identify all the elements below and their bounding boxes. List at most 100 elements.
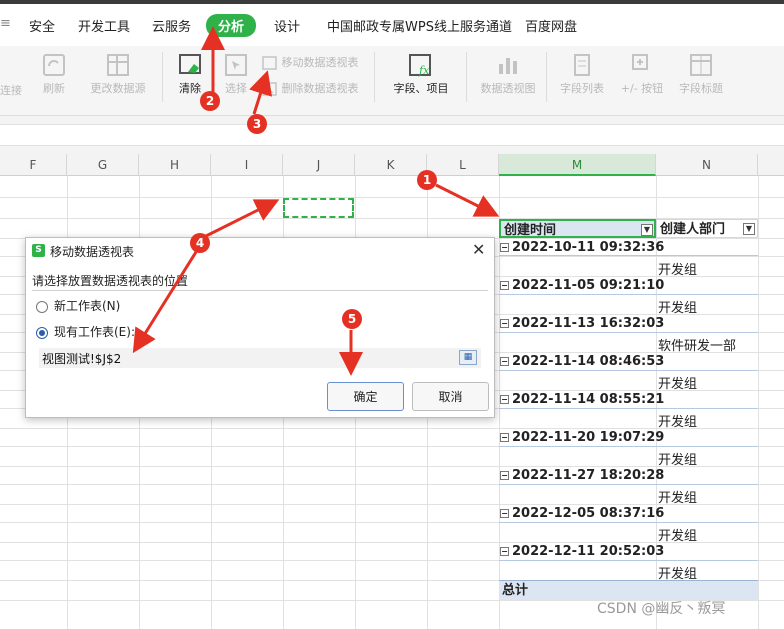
collapse-minus-icon[interactable]: − xyxy=(500,243,509,252)
pivot-row-time[interactable]: −2022-11-20 19:07:29 xyxy=(500,430,664,445)
menu-cloud-service[interactable]: 云服务 xyxy=(152,16,191,35)
move-pivot-button[interactable]: 移动数据透视表 xyxy=(262,54,359,70)
column-header-l[interactable]: L xyxy=(427,154,499,176)
menu-bar: ≡ 安全 开发工具 云服务 分析 设计 中国邮政专属WPS线上服务通道 百度网盘 xyxy=(0,0,784,46)
menu-security[interactable]: 安全 xyxy=(29,16,55,35)
close-icon[interactable]: ✕ xyxy=(472,240,485,259)
select-button[interactable]: 选择 xyxy=(216,52,256,96)
pivot-row-dept: 开发组 xyxy=(658,415,698,430)
plus-minus-button[interactable]: +/- 按钮 xyxy=(616,52,668,96)
annotation-badge-1: 1 xyxy=(417,170,437,190)
ribbon-toolbar: 连接 刷新 更改数据源 清除 选择 移动数据透视表 删除数据透视表 fx 字段、… xyxy=(0,46,784,116)
change-data-source-button[interactable]: 更改数据源 xyxy=(82,52,154,96)
select-label: 选择 xyxy=(225,82,247,95)
pivot-row-time[interactable]: −2022-11-14 08:46:53 xyxy=(500,354,664,369)
collapse-minus-icon[interactable]: − xyxy=(500,281,509,290)
annotation-badge-5: 5 xyxy=(342,309,362,329)
ok-button[interactable]: 确定 xyxy=(327,382,404,411)
annotation-badge-4: 4 xyxy=(190,233,210,253)
pivot-row-divider xyxy=(499,370,758,371)
column-header-m[interactable]: M xyxy=(499,154,656,176)
column-header-i[interactable]: I xyxy=(211,154,283,176)
menu-design[interactable]: 设计 xyxy=(274,16,300,35)
menu-postal-wps-channel[interactable]: 中国邮政专属WPS线上服务通道 xyxy=(327,16,512,35)
table-header-icon xyxy=(690,54,712,76)
refresh-icon xyxy=(43,54,65,76)
pivot-row-time[interactable]: −2022-11-27 18:20:28 xyxy=(500,468,664,483)
fields-items-label: 字段、项目 xyxy=(393,82,449,95)
pivot-header-dept-label: 创建人部门 xyxy=(660,222,726,237)
clear-button[interactable]: 清除 xyxy=(170,52,210,96)
pivot-row-dept: 软件研发一部 xyxy=(658,339,737,354)
radio-new-worksheet[interactable]: 新工作表(N) xyxy=(36,297,120,314)
collapse-minus-icon[interactable]: − xyxy=(500,395,509,404)
pivot-row-time[interactable]: −2022-10-11 09:32:36 xyxy=(500,240,664,255)
collapse-minus-icon[interactable]: − xyxy=(500,509,509,518)
delete-pivot-icon xyxy=(262,82,277,96)
menu-baidu-netdisk[interactable]: 百度网盘 xyxy=(525,16,577,35)
field-list-label: 字段列表 xyxy=(560,82,604,95)
cancel-button[interactable]: 取消 xyxy=(412,382,489,411)
field-headers-button[interactable]: 字段标题 xyxy=(674,52,728,96)
pivot-row-divider xyxy=(499,446,758,447)
grid-line xyxy=(758,176,759,629)
wps-sheet-logo-icon: S xyxy=(32,244,45,257)
refresh-button[interactable]: 刷新 xyxy=(36,52,72,96)
location-reference-input[interactable] xyxy=(39,348,481,368)
plus-minus-label: +/- 按钮 xyxy=(620,82,664,95)
dialog-titlebar[interactable]: S 移动数据透视表 ✕ xyxy=(26,238,494,264)
column-header-n[interactable]: N xyxy=(656,154,758,176)
menu-overflow-fragment[interactable]: ≡ xyxy=(0,16,11,31)
column-header-h[interactable]: H xyxy=(139,154,211,176)
pivot-row-divider xyxy=(499,332,758,333)
formula-fx-icon: fx xyxy=(409,54,431,77)
plus-minus-icon xyxy=(632,54,648,70)
column-header-g[interactable]: G xyxy=(67,154,139,176)
menu-analysis[interactable]: 分析 xyxy=(206,14,257,37)
pivot-row-divider xyxy=(499,560,758,561)
pivot-grand-total: 总计 xyxy=(499,580,758,600)
ribbon-divider xyxy=(374,52,375,102)
pivot-chart-button[interactable]: 数据透视图 xyxy=(476,52,540,96)
collapse-minus-icon[interactable]: − xyxy=(500,357,509,366)
annotation-badge-3: 3 xyxy=(247,114,267,134)
target-cell-marquee[interactable] xyxy=(283,198,354,218)
range-picker-icon[interactable]: ▦ xyxy=(459,350,477,365)
bar-chart-icon xyxy=(499,58,517,74)
move-pivot-label: 移动数据透视表 xyxy=(281,56,359,69)
ribbon-divider xyxy=(162,52,163,102)
pivot-row-time[interactable]: −2022-11-05 09:21:10 xyxy=(500,278,664,293)
collapse-minus-icon[interactable]: − xyxy=(500,547,509,556)
pivot-row-time[interactable]: −2022-12-05 08:37:16 xyxy=(500,506,664,521)
radio-unchecked-icon[interactable] xyxy=(36,300,48,313)
filter-dropdown-icon[interactable]: ▼ xyxy=(743,223,755,235)
pivot-row-dept: 开发组 xyxy=(658,263,698,278)
eraser-icon xyxy=(179,54,201,74)
field-headers-label: 字段标题 xyxy=(679,82,723,95)
fields-items-button[interactable]: fx 字段、项目 xyxy=(384,52,458,96)
delete-pivot-label: 删除数据透视表 xyxy=(281,82,359,95)
radio-existing-worksheet[interactable]: 现有工作表(E): xyxy=(36,323,135,340)
pivot-chart-label: 数据透视图 xyxy=(480,82,536,95)
field-list-button[interactable]: 字段列表 xyxy=(556,52,608,96)
column-header-f[interactable]: F xyxy=(0,154,67,176)
dialog-title: 移动数据透视表 xyxy=(50,245,135,259)
pivot-row-time[interactable]: −2022-11-14 08:55:21 xyxy=(500,392,664,407)
radio-checked-icon[interactable] xyxy=(36,326,48,339)
pivot-header-time[interactable]: 创建时间 ▼ xyxy=(499,219,656,238)
pivot-row-time[interactable]: −2022-11-13 16:32:03 xyxy=(500,316,664,331)
collapse-minus-icon[interactable]: − xyxy=(500,319,509,328)
ribbon-connect-fragment[interactable]: 连接 xyxy=(0,82,22,98)
pivot-header-dept[interactable]: 创建人部门 ▼ xyxy=(656,219,758,238)
pivot-row-dept: 开发组 xyxy=(658,377,698,392)
formula-input[interactable] xyxy=(0,124,784,146)
menu-developer-tools[interactable]: 开发工具 xyxy=(78,16,130,35)
collapse-minus-icon[interactable]: − xyxy=(500,471,509,480)
pivot-row-time[interactable]: −2022-12-11 20:52:03 xyxy=(500,544,664,559)
delete-pivot-button[interactable]: 删除数据透视表 xyxy=(262,80,359,96)
column-header-k[interactable]: K xyxy=(355,154,427,176)
filter-dropdown-icon[interactable]: ▼ xyxy=(641,224,653,236)
column-header-j[interactable]: J xyxy=(283,154,355,176)
pivot-row-divider xyxy=(499,408,758,409)
collapse-minus-icon[interactable]: − xyxy=(500,433,509,442)
